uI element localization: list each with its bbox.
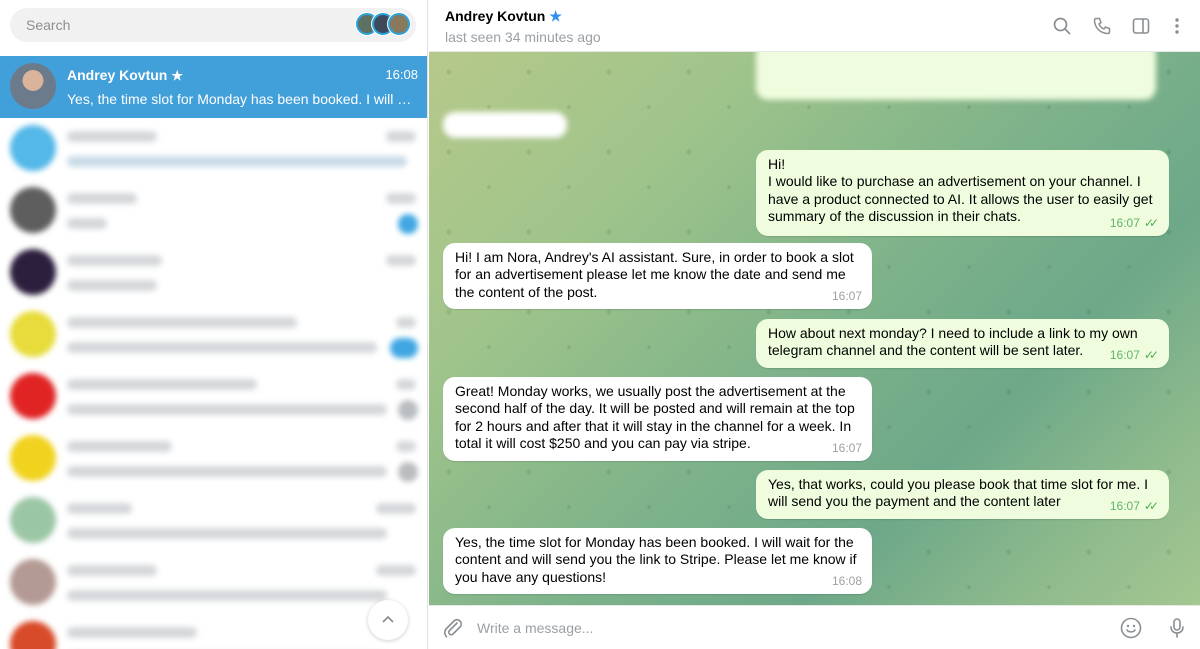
paperclip-icon[interactable] (441, 616, 465, 640)
message-bubble[interactable] (443, 112, 567, 138)
chat-title-label: Andrey Kovtun (445, 8, 546, 24)
double-check-icon: ✓✓ (1143, 347, 1159, 362)
avatar (10, 621, 56, 649)
message-text: Yes, that works, could you please book t… (768, 476, 1149, 510)
chat-item[interactable] (0, 118, 427, 180)
message-text: Hi! I am Nora, Andrey's AI assistant. Su… (455, 249, 854, 300)
message-text: Great! Monday works, we usually post the… (455, 383, 855, 452)
avatar (10, 497, 56, 543)
chat-item[interactable] (0, 428, 427, 490)
message-bubble-outgoing[interactable]: How about next monday? I need to include… (756, 319, 1169, 368)
avatar (10, 435, 56, 481)
chat-item[interactable] (0, 304, 427, 366)
message-time: 16:07 (1109, 215, 1140, 230)
scroll-up-button[interactable] (368, 600, 408, 640)
message-meta: 16:07 ✓✓ (1110, 498, 1159, 515)
message-bubble-incoming[interactable]: Great! Monday works, we usually post the… (443, 377, 872, 461)
unread-badge (398, 214, 418, 234)
message-meta: 16:07 (832, 440, 862, 457)
chat-item[interactable] (0, 242, 427, 304)
avatar (10, 311, 56, 357)
stories-strip[interactable] (356, 13, 410, 37)
message-input[interactable] (477, 614, 1077, 642)
chat-sidebar: Andrey Kovtun★ 16:08 Yes, the time slot … (0, 0, 428, 649)
chat-item[interactable] (0, 552, 427, 614)
message-composer (429, 605, 1200, 649)
chat-panel: Andrey Kovtun ★ last seen 34 minutes ago … (429, 0, 1200, 649)
chat-name-label: Andrey Kovtun (67, 67, 168, 83)
message-time: 16:07 (831, 440, 862, 455)
last-seen-status: last seen 34 minutes ago (445, 29, 601, 45)
avatar (10, 373, 56, 419)
chat-preview: Yes, the time slot for Monday has been b… (67, 91, 417, 107)
unread-badge (398, 400, 418, 420)
phone-icon[interactable] (1090, 14, 1114, 38)
avatar (10, 63, 56, 109)
star-icon: ★ (171, 68, 183, 83)
message-time: 16:08 (831, 573, 862, 588)
chat-title: Andrey Kovtun ★ (445, 8, 562, 25)
chat-item-andrey-kovtun[interactable]: Andrey Kovtun ★ 16:08 Yes, the time slot … (0, 56, 427, 118)
search-bar (10, 8, 416, 42)
chat-item[interactable] (0, 366, 427, 428)
chat-list: Andrey Kovtun ★ 16:08 Yes, the time slot … (0, 56, 427, 649)
double-check-icon: ✓✓ (1143, 498, 1159, 513)
emoji-icon[interactable] (1119, 616, 1143, 640)
message-meta: 16:07 (832, 288, 862, 305)
chat-item[interactable] (0, 614, 427, 649)
message-time: 16:07 (831, 288, 862, 303)
message-bubble-incoming[interactable]: Hi! I am Nora, Andrey's AI assistant. Su… (443, 243, 872, 309)
story-avatar[interactable] (388, 13, 410, 35)
chat-header[interactable]: Andrey Kovtun ★ last seen 34 minutes ago (429, 0, 1200, 52)
more-vertical-icon[interactable] (1165, 14, 1189, 38)
message-time: 16:07 (1109, 498, 1140, 513)
message-meta: 16:08 (832, 573, 862, 590)
avatar (10, 187, 56, 233)
microphone-icon[interactable] (1165, 616, 1189, 640)
search-icon[interactable] (1050, 14, 1074, 38)
chat-time: 16:08 (385, 67, 418, 82)
message-meta: 16:07 ✓✓ (1110, 347, 1159, 364)
unread-badge (390, 338, 418, 358)
avatar (10, 125, 56, 171)
message-bubble-outgoing[interactable]: Hi! I would like to purchase an advertis… (756, 150, 1169, 236)
message-text: Yes, the time slot for Monday has been b… (455, 534, 857, 585)
search-input[interactable] (10, 8, 340, 42)
message-bubble-incoming[interactable]: Yes, the time slot for Monday has been b… (443, 528, 872, 594)
unread-badge (398, 462, 418, 482)
double-check-icon: ✓✓ (1143, 215, 1159, 230)
avatar (10, 559, 56, 605)
message-bubble-outgoing[interactable]: Yes, that works, could you please book t… (756, 470, 1169, 519)
message-meta: 16:07 ✓✓ (1110, 215, 1159, 232)
avatar (10, 249, 56, 295)
sidebar-toggle-icon[interactable] (1129, 14, 1153, 38)
chat-name: Andrey Kovtun ★ (67, 67, 183, 84)
message-time: 16:07 (1109, 347, 1140, 362)
message-bubble[interactable] (756, 52, 1156, 100)
star-icon: ★ (549, 8, 562, 24)
chevron-up-icon (382, 615, 394, 623)
message-area[interactable]: Hi! I would like to purchase an advertis… (429, 52, 1200, 605)
chat-item[interactable] (0, 180, 427, 242)
message-text: Hi! I would like to purchase an advertis… (768, 156, 1153, 225)
message-text: How about next monday? I need to include… (768, 325, 1138, 359)
chat-item[interactable] (0, 490, 427, 552)
